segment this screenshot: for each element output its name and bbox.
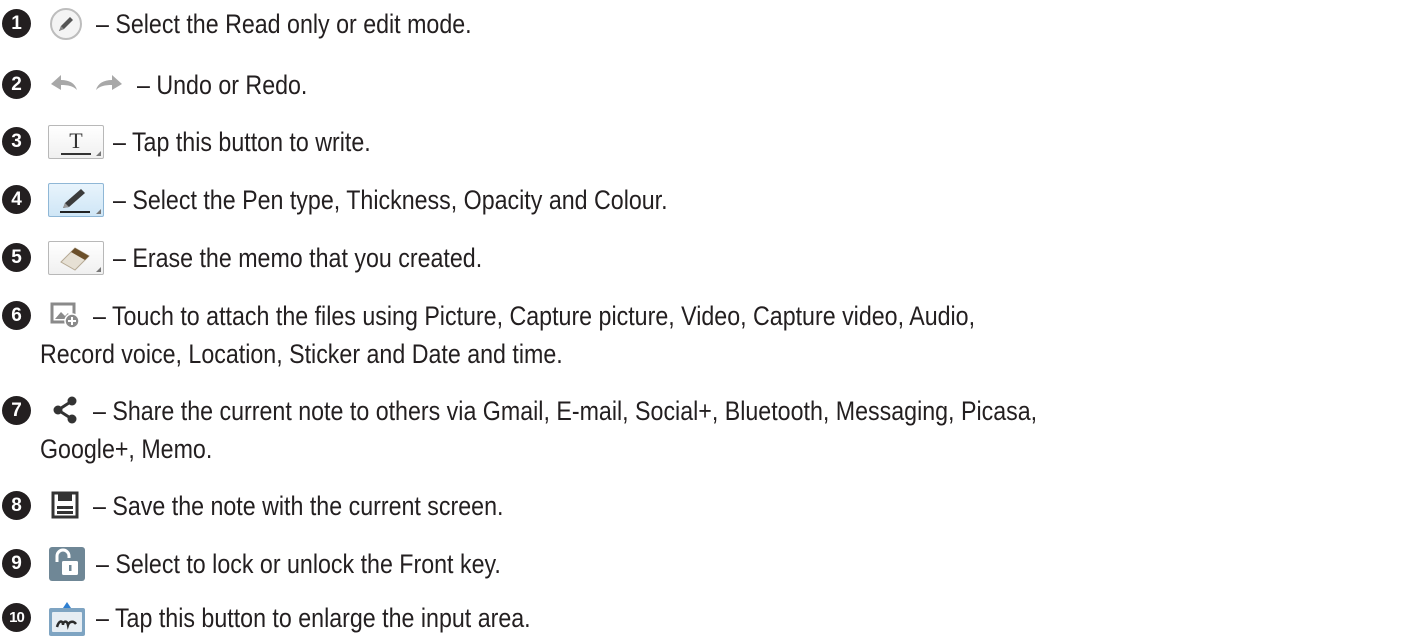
text-button-icon: T	[48, 124, 104, 160]
item-description: – Select the Pen type, Thickness, Opacit…	[113, 185, 668, 215]
manual-page: 1 – Select the Read only or edit mode. 2…	[0, 0, 1411, 639]
attach-picture-icon	[48, 298, 82, 332]
item-number: 10	[2, 603, 31, 632]
underline-bar	[61, 153, 91, 155]
pen-circle-icon	[48, 6, 84, 42]
item-description: – Tap this button to enlarge the input a…	[96, 603, 531, 633]
text-glyph: T	[69, 128, 83, 153]
item-description: – Tap this button to write.	[113, 127, 371, 157]
enlarge-input-icon	[48, 600, 86, 636]
item-number: 5	[2, 243, 31, 272]
item-description-continuation: Google+, Memo.	[40, 434, 213, 464]
unlock-icon	[48, 546, 86, 582]
item-number: 1	[2, 9, 31, 38]
item-description: – Touch to attach the files using Pictur…	[93, 301, 976, 331]
share-icon	[48, 393, 82, 427]
item-description: – Erase the memo that you created.	[113, 243, 483, 273]
item-description: – Undo or Redo.	[137, 70, 308, 100]
item-description: – Save the note with the current screen.	[93, 491, 504, 521]
undo-icon	[47, 67, 81, 101]
item-number: 7	[2, 396, 31, 425]
item-number: 8	[2, 491, 31, 520]
item-description: – Select to lock or unlock the Front key…	[96, 549, 501, 579]
item-number: 9	[2, 549, 31, 578]
item-description: – Share the current note to others via G…	[93, 396, 1038, 426]
item-description-continuation: Record voice, Location, Sticker and Date…	[40, 339, 563, 369]
save-icon	[48, 488, 82, 522]
pen-button-icon	[48, 182, 104, 218]
item-description: – Select the Read only or edit mode.	[96, 9, 472, 39]
item-number: 4	[2, 185, 31, 214]
eraser-button-icon	[48, 240, 104, 276]
item-number: 6	[2, 301, 31, 330]
item-number: 2	[2, 70, 31, 99]
redo-icon	[92, 67, 126, 101]
item-number: 3	[2, 127, 31, 156]
